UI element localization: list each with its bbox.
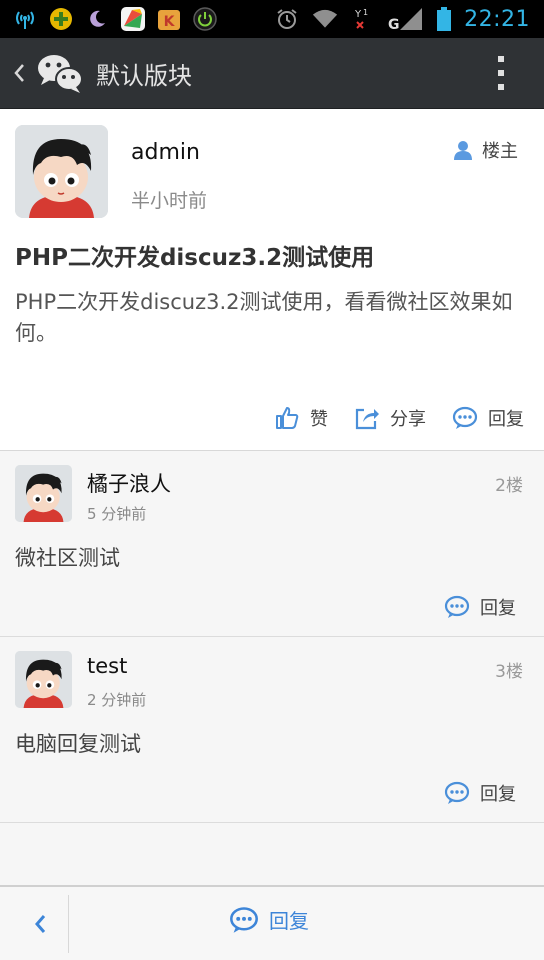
post-author[interactable]: admin: [131, 140, 200, 165]
wifi-antenna-icon: [12, 6, 38, 32]
share-icon: [355, 408, 379, 430]
chat-bubble-icon: [444, 781, 470, 804]
wechat-logo-icon[interactable]: [36, 51, 84, 95]
avatar[interactable]: [15, 651, 72, 708]
page-title: 默认版块: [96, 61, 192, 90]
main-post: admin 半小时前 楼主 PHP二次开发discuz3.2测试使用 PHP二次…: [0, 109, 544, 451]
reply-label: 回复: [480, 784, 516, 805]
chat-bubble-icon: [444, 595, 470, 618]
bottom-bar: 回复: [0, 885, 544, 960]
svg-text:Y: Y: [354, 9, 362, 20]
svg-text:G: G: [388, 17, 400, 32]
wifi-icon: [312, 6, 338, 32]
reply-content: 微社区测试: [15, 546, 120, 570]
op-badge: 楼主: [452, 137, 518, 163]
list-end-spacer: [0, 823, 544, 885]
op-label: 楼主: [482, 141, 518, 162]
list-item: test 2 分钟前 3楼 电脑回复测试 回复: [0, 637, 544, 823]
avatar[interactable]: [15, 465, 72, 522]
share-button[interactable]: 分享: [354, 405, 426, 431]
plus-app-icon: [48, 6, 74, 32]
post-title: PHP二次开发discuz3.2测试使用: [15, 245, 375, 271]
reply-button[interactable]: 回复: [452, 405, 524, 431]
thumbs-up-icon: [276, 407, 299, 429]
divider: [68, 895, 69, 953]
floor-number: 2楼: [495, 476, 523, 496]
game-app-icon: K: [156, 6, 182, 32]
post-time: 半小时前: [131, 190, 208, 212]
compose-reply-label: 回复: [269, 909, 309, 933]
colorful-app-icon: [120, 6, 146, 32]
reply-label: 回复: [480, 598, 516, 619]
signal-g-icon: G: [388, 6, 424, 32]
reply-author[interactable]: test: [87, 654, 127, 678]
avatar[interactable]: [15, 125, 108, 218]
post-actions: 赞 分享 回复: [274, 405, 524, 431]
battery-icon: [436, 6, 452, 32]
chevron-left-icon: [14, 64, 24, 82]
power-icon: [192, 6, 218, 32]
status-time: 22:21: [464, 6, 530, 32]
svg-text:K: K: [164, 14, 176, 30]
more-vert-icon[interactable]: [496, 56, 506, 90]
reply-author[interactable]: 橘子浪人: [87, 468, 171, 498]
status-bar: K Y1 G 22:21: [0, 0, 544, 38]
svg-text:1: 1: [363, 8, 368, 17]
post-body: PHP二次开发discuz3.2测试使用，看看微社区效果如何。: [15, 290, 513, 345]
like-label: 赞: [310, 409, 328, 430]
back-button[interactable]: [20, 899, 60, 949]
reply-label: 回复: [488, 409, 524, 430]
chevron-left-icon: [35, 915, 46, 933]
list-item: 橘子浪人 5 分钟前 2楼 微社区测试 回复: [0, 451, 544, 637]
compose-reply-button[interactable]: 回复: [229, 905, 309, 934]
reply-time: 5 分钟前: [87, 505, 147, 523]
chat-bubble-icon: [452, 406, 478, 429]
user-icon: [454, 141, 472, 160]
share-label: 分享: [390, 409, 426, 430]
chat-bubble-icon: [230, 906, 258, 933]
floor-number: 3楼: [495, 662, 523, 682]
back-button[interactable]: [8, 53, 30, 93]
moon-icon: [84, 6, 110, 32]
reply-content: 电脑回复测试: [15, 732, 141, 756]
reply-button[interactable]: 回复: [444, 780, 516, 806]
alarm-icon: [274, 6, 300, 32]
reply-time: 2 分钟前: [87, 691, 147, 709]
reply-button[interactable]: 回复: [444, 594, 516, 620]
like-button[interactable]: 赞: [274, 405, 328, 431]
signal-no-sim-icon: Y1: [350, 6, 376, 32]
action-bar: 默认版块: [0, 38, 544, 109]
